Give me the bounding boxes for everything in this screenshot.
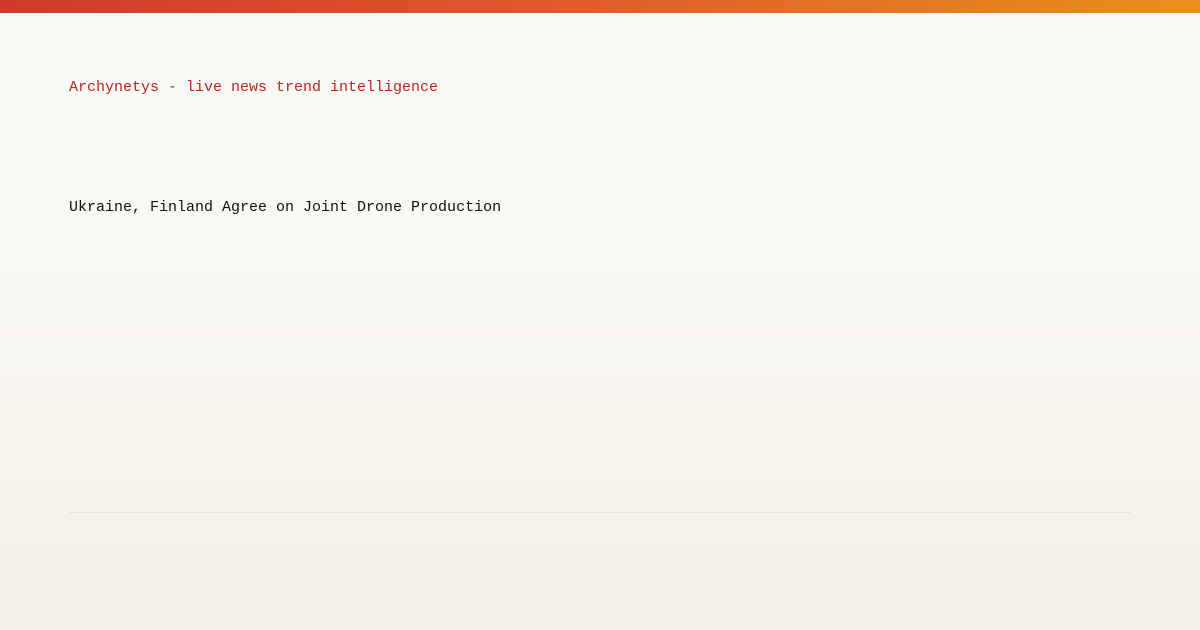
article-headline: Ukraine, Finland Agree on Joint Drone Pr… xyxy=(69,199,502,216)
divider-line xyxy=(69,512,1131,513)
top-accent-bar xyxy=(0,0,1200,13)
site-tagline: Archynetys - live news trend intelligenc… xyxy=(69,79,439,96)
